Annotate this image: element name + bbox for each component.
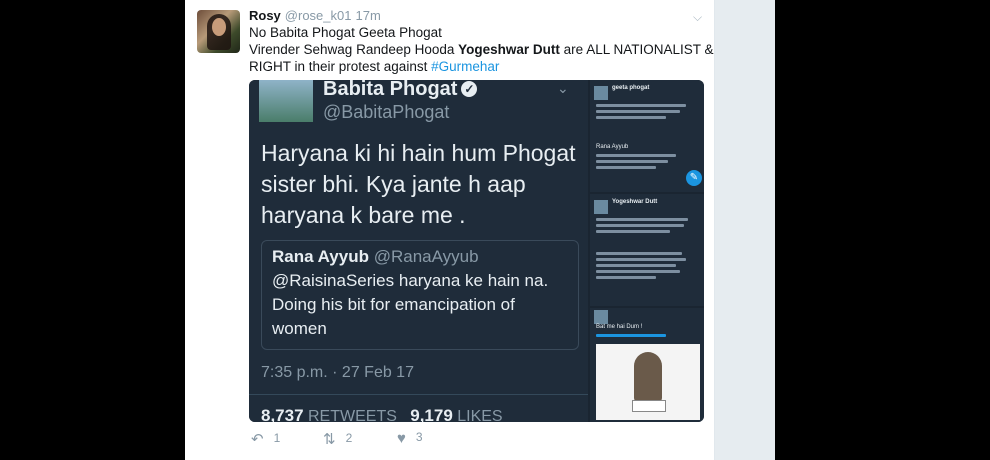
- user-name[interactable]: Rosy: [249, 8, 281, 23]
- mini-avatar: [594, 86, 608, 100]
- embedded-name: Babita Phogat ✓: [323, 80, 478, 101]
- mini-text-line: [596, 218, 688, 221]
- tweet-header: Rosy @rose_k01 17m: [249, 8, 381, 23]
- mini-text: Bat me hai Dum !: [596, 324, 643, 330]
- embedded-quote: Rana Ayyub @RanaAyyub @RaisinaSeries har…: [261, 240, 579, 350]
- compose-icon: ✎: [686, 170, 702, 186]
- mini-link-line: [596, 334, 666, 337]
- left-black-margin: [0, 0, 185, 460]
- embedded-text: Haryana ki hi hain hum Phogat sister bhi…: [261, 140, 576, 228]
- reply-icon: ↶: [251, 431, 264, 448]
- tweet-line-3: RIGHT in their protest against #Gurmehar: [249, 59, 500, 74]
- tweet-line-1: No Babita Phogat Geeta Phogat: [249, 25, 442, 40]
- side-screenshot-2[interactable]: Yogeshwar Dutt: [590, 194, 704, 306]
- mini-text-line: [596, 160, 668, 163]
- mini-text-line: [596, 264, 676, 267]
- retweet-icon: ⇅: [323, 431, 336, 448]
- side-screenshot-1[interactable]: geeta phogat Rana Ayyub ✎: [590, 80, 704, 192]
- verified-icon: ✓: [461, 81, 478, 97]
- tweet-time[interactable]: 17m: [355, 8, 380, 23]
- avatar[interactable]: [197, 10, 240, 53]
- mini-text-line: [596, 270, 680, 273]
- quote-author: Rana Ayyub @RanaAyyub: [272, 247, 479, 266]
- heart-icon: ♥: [397, 430, 406, 447]
- like-count: 3: [415, 430, 423, 444]
- right-black-margin: [775, 0, 990, 460]
- mini-text-line: [596, 258, 686, 261]
- reply-button[interactable]: ↶ 1: [251, 430, 280, 448]
- side-screenshot-3[interactable]: Bat me hai Dum !: [590, 308, 704, 422]
- mini-text-line: [596, 224, 684, 227]
- quote-text: @RaisinaSeries haryana ke hain na. Doing…: [272, 271, 549, 338]
- mini-avatar: [594, 200, 608, 214]
- chevron-down-icon[interactable]: ⌵: [693, 10, 702, 25]
- retweet-count: 2: [345, 431, 353, 445]
- retweet-button[interactable]: ⇅ 2: [323, 430, 352, 448]
- mini-text-line: [596, 230, 670, 233]
- embedded-handle: @BabitaPhogat: [323, 102, 450, 122]
- mini-text-line: [596, 166, 656, 169]
- placard: [632, 400, 666, 412]
- mini-photo: [596, 344, 700, 420]
- reply-count: 1: [273, 431, 281, 445]
- mini-text-line: [596, 154, 676, 157]
- tweet-media[interactable]: Babita Phogat ✓ @BabitaPhogat ⌄ Haryana k…: [249, 80, 704, 422]
- tweet-text: No Babita Phogat Geeta Phogat Virender S…: [249, 24, 714, 75]
- mini-text-line: [596, 104, 686, 107]
- mini-text-line: [596, 116, 666, 119]
- person-figure: [634, 352, 662, 402]
- mini-text-line: [596, 276, 656, 279]
- timeline: Rosy @rose_k01 17m ⌵ No Babita Phogat Geet…: [185, 0, 775, 460]
- mini-text-line: [596, 110, 680, 113]
- like-button[interactable]: ♥ 3: [397, 430, 423, 447]
- mini-quote-name: Rana Ayyub: [596, 144, 629, 150]
- divider: [249, 394, 588, 395]
- embedded-screenshot[interactable]: Babita Phogat ✓ @BabitaPhogat ⌄ Haryana k…: [249, 80, 588, 422]
- hashtag-link[interactable]: #Gurmehar: [431, 59, 499, 74]
- embedded-chevron-icon: ⌄: [557, 80, 569, 96]
- embedded-timestamp: 7:35 p.m. · 27 Feb 17: [261, 364, 414, 381]
- mini-name: Yogeshwar Dutt: [612, 199, 658, 205]
- tweet-line-2: Virender Sehwag Randeep Hooda Yogeshwar …: [249, 42, 714, 57]
- mini-text-line: [596, 252, 682, 255]
- mini-avatar: [594, 310, 608, 324]
- embedded-avatar: [259, 80, 313, 122]
- tweet-card[interactable]: Rosy @rose_k01 17m ⌵ No Babita Phogat Geet…: [185, 0, 715, 460]
- mini-name: geeta phogat: [612, 85, 650, 91]
- embedded-stats: 8,737 RETWEETS 9,179 LIKES: [261, 406, 503, 422]
- user-handle[interactable]: @rose_k01: [285, 8, 352, 23]
